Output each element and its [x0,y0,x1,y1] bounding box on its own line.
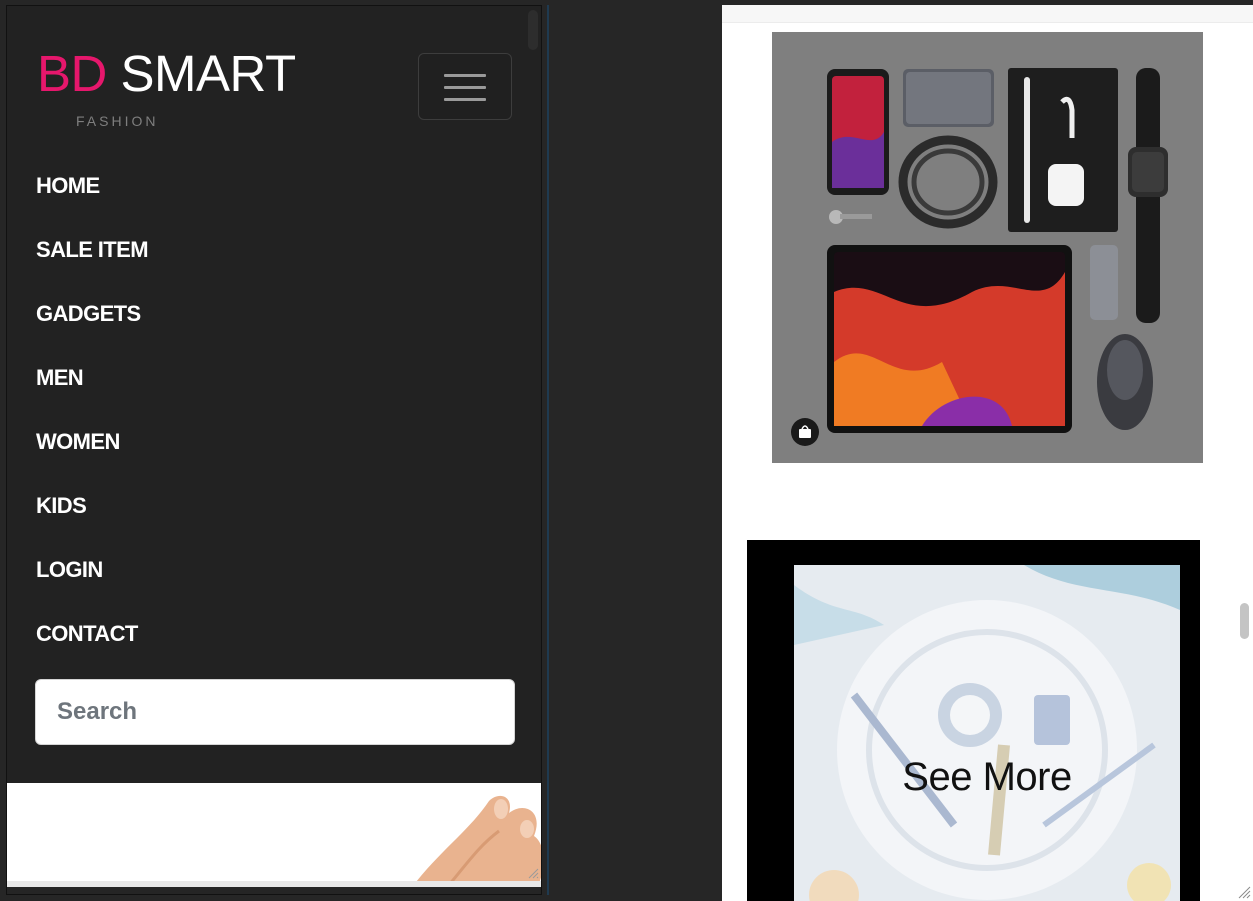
hamburger-icon [444,98,486,101]
brand-title-main: SMART [106,45,297,102]
nav-item-contact[interactable]: CONTACT [36,617,148,681]
desktop-preview-frame: See More [722,5,1253,901]
see-more-card[interactable]: See More [747,540,1200,901]
cosmetics-image: See More [794,565,1180,901]
nav-item-women[interactable]: WOMEN [36,425,148,489]
nav-item-gadgets[interactable]: GADGETS [36,297,148,361]
nav-item-men[interactable]: MEN [36,361,148,425]
resize-grip-icon[interactable] [527,867,539,879]
search-input[interactable] [35,679,515,745]
navbar: BD SMART FASHION HOME SALE ITEM GADGETS … [7,6,541,783]
mobile-preview-frame: BD SMART FASHION HOME SALE ITEM GADGETS … [6,5,542,895]
hamburger-icon [444,86,486,89]
nav-item-kids[interactable]: KIDS [36,489,148,553]
gadgets-image[interactable] [772,32,1203,463]
hamburger-icon [444,74,486,77]
resize-grip-icon[interactable] [1237,885,1251,899]
menu-toggle-button[interactable] [418,53,512,120]
nav-item-home[interactable]: HOME [36,169,148,233]
top-bar [722,5,1253,23]
hero-image-strip [7,783,541,887]
brand-title: BD SMART [37,46,296,102]
nav-item-sale-item[interactable]: SALE ITEM [36,233,149,297]
see-more-label[interactable]: See More [794,755,1180,800]
brand-title-accent: BD [37,45,107,102]
frame-divider [547,5,549,895]
page-scrollbar[interactable] [1240,603,1249,639]
brand-subtitle: FASHION [76,113,159,129]
nav-menu: HOME SALE ITEM GADGETS MEN WOMEN KIDS LO… [36,169,149,681]
brand-logo[interactable]: BD SMART FASHION [37,46,296,130]
frame-scrollbar[interactable] [528,10,538,50]
hand-image [416,795,541,881]
nav-item-login[interactable]: LOGIN [36,553,148,617]
